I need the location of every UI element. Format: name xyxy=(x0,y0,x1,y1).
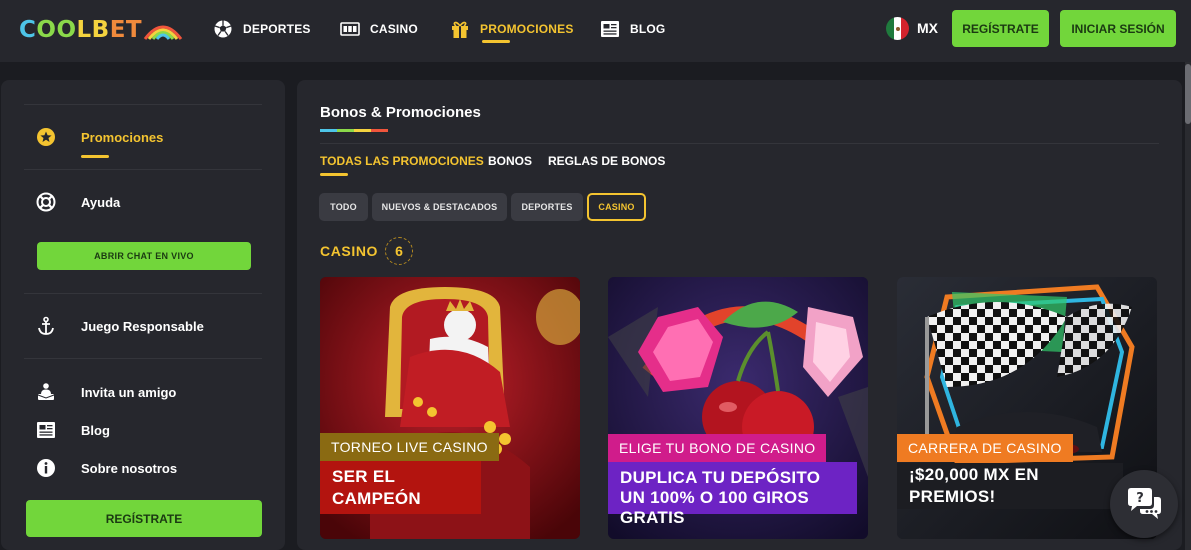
lifebuoy-icon xyxy=(35,191,57,213)
sidebar-item-blog[interactable]: Blog xyxy=(35,418,110,442)
chat-bubbles-icon: ? xyxy=(1128,488,1161,519)
sidebar-divider xyxy=(24,358,262,359)
top-navbar: COOLBET DEPORTES CASINO PROMOCIONES BLOG… xyxy=(0,0,1191,62)
nav-blog[interactable]: BLOG xyxy=(600,18,665,40)
sidebar-item-juego-responsable[interactable]: Juego Responsable xyxy=(35,314,204,338)
sidebar-divider xyxy=(24,169,262,170)
sidebar-item-label: Blog xyxy=(81,422,110,438)
promo-headline: ¡$20,000 MX EN PREMIOS! xyxy=(897,463,1123,509)
sidebar-item-label: Sobre nosotros xyxy=(81,460,178,476)
tab-bonos[interactable]: BONOS xyxy=(488,154,532,168)
register-button[interactable]: REGÍSTRATE xyxy=(952,10,1049,47)
promo-card-torneo-live-casino[interactable]: TORNEO LIVE CASINO SER EL CAMPEÓN xyxy=(320,277,580,539)
coolbet-logo[interactable]: COOLBET xyxy=(19,17,183,43)
svg-text:?: ? xyxy=(1136,491,1144,506)
rainbow-logo-icon xyxy=(143,25,183,40)
promo-card-elige-tu-bono[interactable]: ELIGE TU BONO DE CASINO DUPLICA TU DEPÓS… xyxy=(608,277,868,539)
tab-label: REGLAS DE BONOS xyxy=(548,154,666,168)
promo-headline: SER EL CAMPEÓN xyxy=(320,461,481,514)
open-live-chat-button[interactable]: ABRIR CHAT EN VIVO xyxy=(37,242,251,270)
sidebar-active-underline xyxy=(81,155,109,158)
nav-deportes[interactable]: DEPORTES xyxy=(213,18,311,40)
sidebar-item-invita-un-amigo[interactable]: Invita un amigo xyxy=(35,380,176,404)
sidebar-item-sobre-nosotros[interactable]: Sobre nosotros xyxy=(35,456,177,480)
page-title: Bonos & Promociones xyxy=(320,104,481,121)
filter-nuevos-destacados[interactable]: NUEVOS & DESTACADOS xyxy=(372,193,507,221)
sidebar-item-label: Invita un amigo xyxy=(81,384,177,400)
login-button[interactable]: INICIAR SESIÓN xyxy=(1060,10,1176,47)
anchor-icon xyxy=(35,315,57,337)
promotions-panel: Bonos & Promociones TODAS LAS PROMOCIONE… xyxy=(297,80,1182,550)
logo-text: COOLBET xyxy=(19,17,143,43)
tab-reglas-de-bonos[interactable]: REGLAS DE BONOS xyxy=(548,154,665,168)
soccer-ball-icon xyxy=(214,20,232,38)
promo-headline: DUPLICA TU DEPÓSITO UN 100% O 100 GIROS … xyxy=(608,462,857,527)
sidebar: Promociones Ayuda ABRIR CHAT EN VIVO Jue… xyxy=(1,80,285,550)
sidebar-register-button[interactable]: REGÍSTRATE xyxy=(26,500,262,537)
filter-casino[interactable]: CASINO xyxy=(587,193,646,221)
promo-tag: CARRERA DE CASINO xyxy=(897,434,1073,462)
nav-deportes-label: DEPORTES xyxy=(243,22,311,36)
live-chat-bubble[interactable]: ? xyxy=(1110,470,1178,538)
section-title: CASINO xyxy=(320,243,379,259)
tabs-divider xyxy=(320,143,1159,144)
sidebar-divider xyxy=(24,104,262,105)
sidebar-divider xyxy=(24,293,262,294)
sidebar-item-promociones[interactable]: Promociones xyxy=(35,125,164,158)
nav-promociones-label: PROMOCIONES xyxy=(480,22,574,36)
tab-label: TODAS LAS PROMOCIONES xyxy=(320,154,484,168)
filter-todo[interactable]: TODO xyxy=(319,193,368,221)
promo-count-badge: 6 xyxy=(385,237,413,265)
sidebar-item-ayuda[interactable]: Ayuda xyxy=(35,190,120,214)
sidebar-item-label: Ayuda xyxy=(81,194,121,210)
newspaper-icon xyxy=(601,21,619,37)
nav-blog-label: BLOG xyxy=(630,22,666,36)
scrollbar-thumb[interactable] xyxy=(1185,64,1191,124)
invite-friend-icon xyxy=(35,381,57,403)
tab-label: BONOS xyxy=(488,154,533,168)
tab-todas-las-promociones[interactable]: TODAS LAS PROMOCIONES xyxy=(320,154,484,176)
tab-active-underline xyxy=(320,173,348,176)
title-rainbow-underline xyxy=(320,129,388,132)
gift-icon xyxy=(452,21,468,38)
promo-tag: ELIGE TU BONO DE CASINO xyxy=(608,434,827,462)
info-icon xyxy=(35,457,57,479)
page-scrollbar[interactable] xyxy=(1185,62,1191,550)
nav-casino-label: CASINO xyxy=(370,22,418,36)
sidebar-item-label: Promociones xyxy=(81,129,164,145)
language-selector[interactable]: MX xyxy=(917,20,938,36)
filter-deportes[interactable]: DEPORTES xyxy=(511,193,583,221)
nav-casino[interactable]: CASINO xyxy=(340,18,418,40)
newspaper-icon xyxy=(35,419,57,441)
sidebar-item-label: Juego Responsable xyxy=(81,318,204,334)
nav-active-underline xyxy=(482,40,510,43)
mexico-flag-icon[interactable] xyxy=(886,17,909,40)
slot-machine-icon xyxy=(340,22,360,36)
nav-promociones[interactable]: PROMOCIONES xyxy=(450,18,574,43)
promo-tag: TORNEO LIVE CASINO xyxy=(320,433,499,461)
star-icon xyxy=(35,126,57,148)
